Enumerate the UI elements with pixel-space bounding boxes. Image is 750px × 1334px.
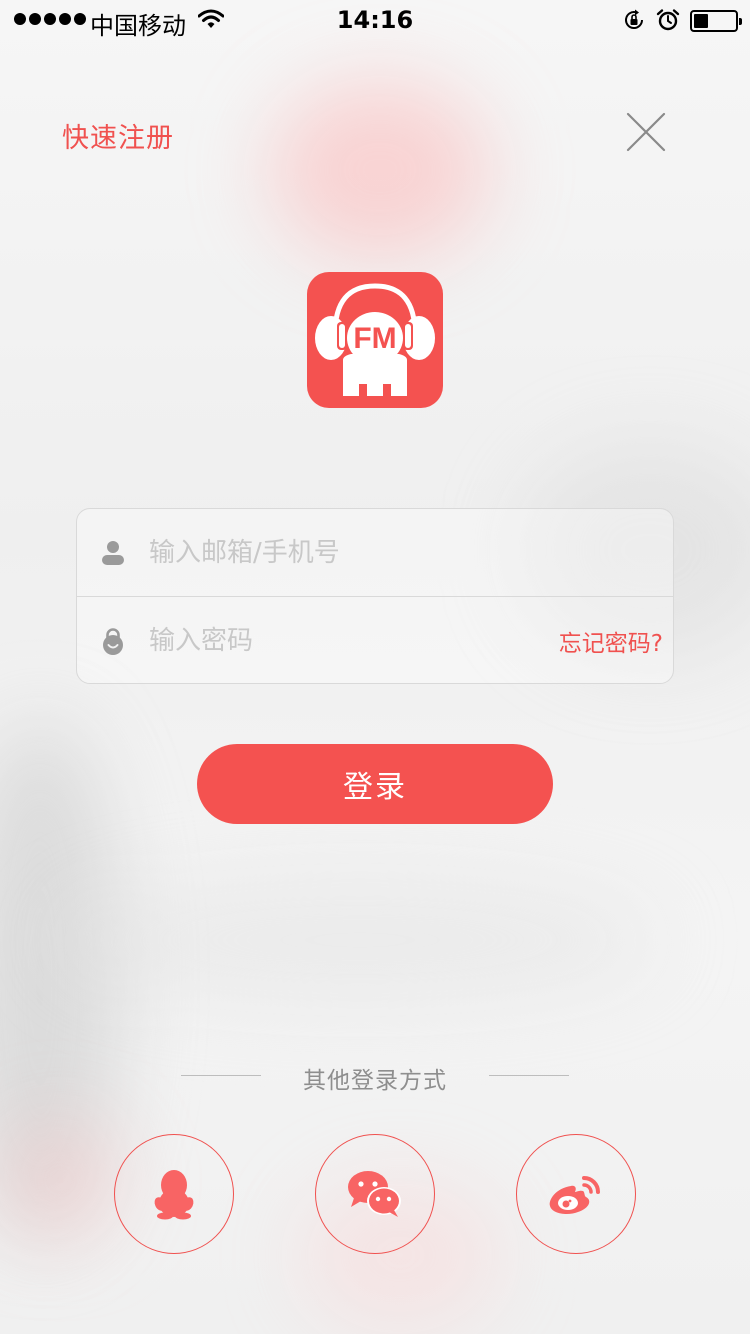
alarm-icon [656,9,680,31]
account-input[interactable] [149,523,649,583]
account-row [77,509,673,597]
login-button[interactable]: 登录 [197,744,553,824]
weibo-login-button[interactable] [516,1134,636,1254]
other-login-label: 其他登录方式 [303,1068,447,1094]
wechat-icon [348,1171,401,1217]
battery-icon [690,10,742,32]
password-row: 忘记密码? [77,597,673,685]
qq-login-button[interactable] [114,1134,234,1254]
weibo-icon [549,1176,600,1214]
login-form: 忘记密码? [76,508,674,684]
svg-text:FM: FM [353,322,396,355]
user-icon [102,541,124,565]
status-bar: 中国移动 14:16 [0,0,750,40]
password-input[interactable] [149,611,529,671]
app-logo: FM [307,272,443,408]
lock-icon [103,628,123,655]
qq-icon [154,1170,194,1220]
elephant-headphones-logo-icon: FM [315,283,435,396]
divider-right [489,1075,569,1076]
battery-level [694,14,708,28]
quick-register-link[interactable]: 快速注册 [62,116,174,155]
close-icon[interactable] [624,110,668,154]
wechat-login-button[interactable] [315,1134,435,1254]
rotation-lock-icon [625,9,644,29]
forgot-password-link[interactable]: 忘记密码? [559,624,663,658]
